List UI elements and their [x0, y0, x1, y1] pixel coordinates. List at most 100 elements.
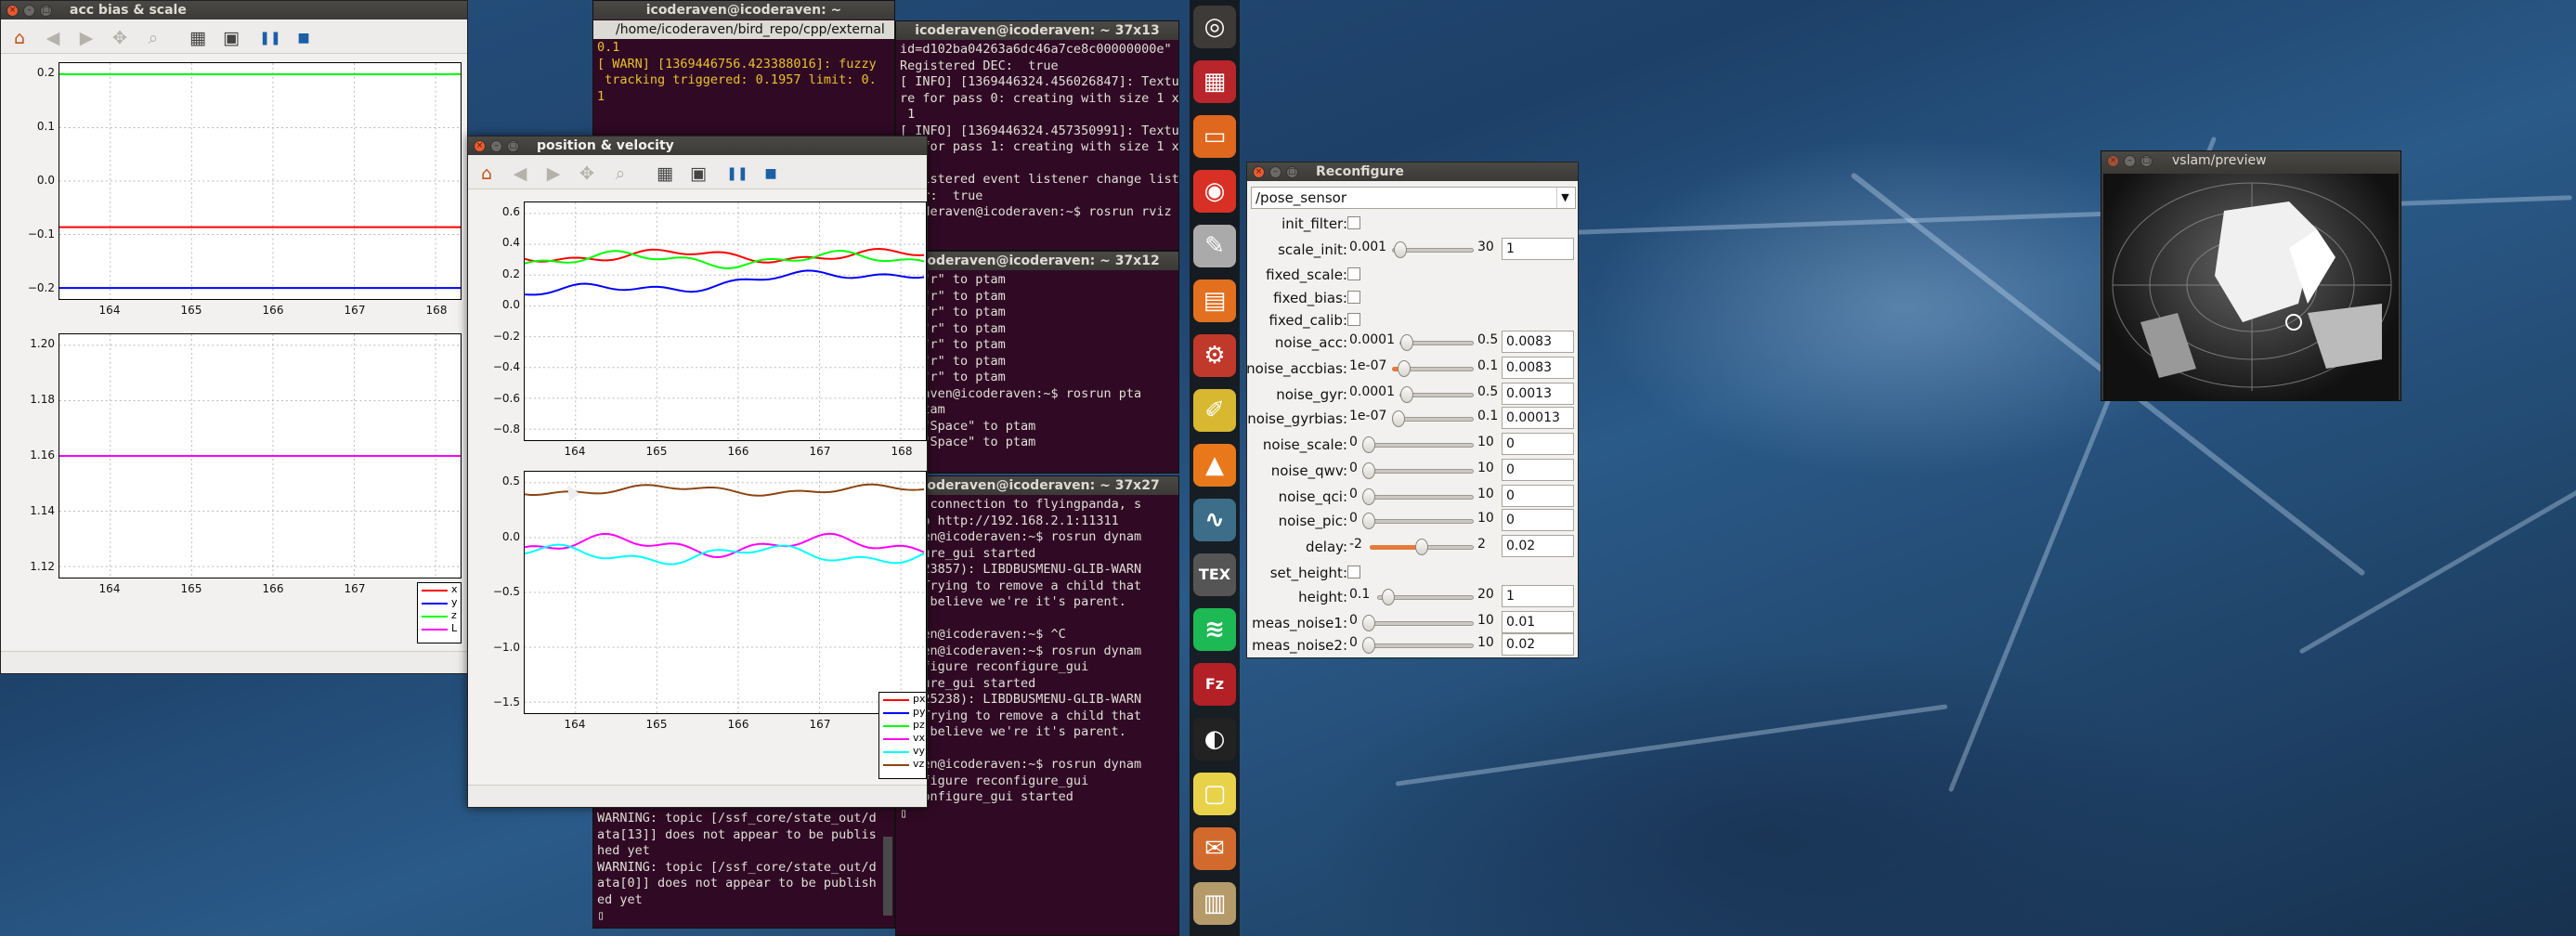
velocity-plot[interactable]	[524, 471, 927, 714]
stop-icon[interactable]: ■	[293, 27, 315, 49]
system-monitor-icon[interactable]: ∿	[1193, 499, 1236, 541]
slider-handle[interactable]	[1362, 462, 1375, 479]
param-checkbox[interactable]	[1347, 566, 1360, 578]
slider-handle[interactable]	[1362, 488, 1375, 505]
files-icon[interactable]: ▭	[1193, 115, 1236, 158]
subplots-config-icon[interactable]: ▦	[187, 27, 209, 49]
position-plot[interactable]	[524, 202, 927, 441]
param-value-input[interactable]: 1	[1502, 238, 1574, 260]
slider-handle[interactable]	[1362, 436, 1375, 453]
param-value-input[interactable]: 0.02	[1502, 535, 1574, 557]
trash-icon[interactable]: ▥	[1193, 882, 1236, 925]
forward-arrow-icon[interactable]: ▶	[75, 27, 98, 49]
steam-icon[interactable]: ◐	[1193, 718, 1236, 760]
param-value-input[interactable]: 1	[1502, 585, 1574, 607]
zoom-icon[interactable]: ⌕	[142, 27, 164, 49]
param-checkbox[interactable]	[1347, 216, 1360, 229]
param-value-input[interactable]: 0.0013	[1502, 383, 1574, 405]
param-value-input[interactable]: 0.02	[1502, 633, 1574, 656]
slider-handle[interactable]	[1397, 360, 1411, 377]
window-titlebar[interactable]: icoderaven@icoderaven: ~ 37x13	[896, 21, 1178, 40]
filezilla-icon[interactable]: Fz	[1193, 663, 1236, 706]
param-value-input[interactable]: 0.0083	[1502, 357, 1574, 379]
software-center-icon[interactable]: ✉	[1193, 827, 1236, 870]
back-arrow-icon[interactable]: ◀	[509, 162, 531, 185]
minimize-icon[interactable]: –	[2124, 155, 2136, 167]
close-icon[interactable]: ×	[2107, 155, 2119, 167]
stop-icon[interactable]: ■	[760, 162, 782, 185]
param-value-input[interactable]: 0	[1502, 509, 1574, 531]
param-value-input[interactable]: 0	[1502, 459, 1574, 481]
pan-icon[interactable]: ✥	[576, 162, 598, 185]
slider-track[interactable]	[1362, 443, 1474, 448]
save-icon[interactable]: ▣	[687, 162, 709, 185]
pan-icon[interactable]: ✥	[109, 27, 131, 49]
param-value-input[interactable]: 0	[1502, 433, 1574, 455]
tex-icon[interactable]: TEX	[1193, 553, 1236, 596]
chrome-icon[interactable]: ◉	[1193, 170, 1236, 213]
slider-handle[interactable]	[1392, 410, 1405, 427]
param-checkbox[interactable]	[1347, 267, 1360, 280]
slider-handle[interactable]	[1394, 241, 1408, 258]
slider-handle[interactable]	[1399, 386, 1413, 403]
vlc-icon[interactable]: ▲	[1193, 444, 1236, 487]
home-icon[interactable]: ⌂	[8, 27, 31, 49]
reconfigure-window[interactable]: Reconfigure × – □ /pose_sensor ▼ init_fi…	[1246, 162, 1579, 658]
acc-bias-scale-window[interactable]: acc bias & scale × – □ ⌂ ◀ ▶ ✥ ⌕ ▦ ▣ ❚❚ ■ 0.2 0.1…	[0, 0, 468, 674]
settings-icon[interactable]: ⚙	[1193, 334, 1236, 377]
node-select[interactable]: /pose_sensor ▼	[1251, 187, 1576, 209]
subplots-config-icon[interactable]: ▦	[654, 162, 676, 185]
slider-track[interactable]	[1362, 644, 1474, 648]
pause-icon[interactable]: ❚❚	[726, 162, 748, 185]
acc-bias-plot[interactable]	[59, 62, 462, 300]
maximize-icon[interactable]: □	[1286, 166, 1298, 178]
close-icon[interactable]: ×	[1253, 166, 1265, 178]
slider-handle[interactable]	[1415, 539, 1428, 555]
minimize-icon[interactable]: –	[23, 5, 35, 17]
window-titlebar[interactable]: icoderaven@icoderaven: ~ 37x12	[896, 252, 1178, 270]
slider-handle[interactable]	[1362, 637, 1375, 654]
pause-icon[interactable]: ❚❚	[259, 27, 281, 49]
position-velocity-window[interactable]: position & velocity × – □ ⌂ ◀ ▶ ✥ ⌕ ▦ ▣ ❚❚ ■ 0.6…	[467, 136, 928, 808]
param-value-input[interactable]: 0	[1502, 485, 1574, 507]
archive-icon[interactable]: ▤	[1193, 280, 1236, 322]
param-value-input[interactable]: 0.00013	[1502, 407, 1574, 429]
slider-track[interactable]	[1362, 469, 1474, 474]
maximize-icon[interactable]: □	[2140, 155, 2153, 167]
scale-plot[interactable]	[59, 333, 462, 578]
slider-handle[interactable]	[1362, 615, 1375, 631]
save-icon[interactable]: ▣	[220, 27, 242, 49]
slider-track[interactable]	[1362, 519, 1474, 524]
spotify-icon[interactable]: ≋	[1193, 608, 1236, 651]
back-arrow-icon[interactable]: ◀	[42, 27, 64, 49]
vslam-preview-window[interactable]: vslam/preview × – □	[2101, 150, 2401, 401]
maximize-icon[interactable]: □	[40, 5, 52, 17]
close-icon[interactable]: ×	[7, 5, 19, 17]
zoom-icon[interactable]: ⌕	[609, 162, 631, 185]
terminal-scrollbar[interactable]	[883, 837, 892, 916]
window-titlebar[interactable]: icoderaven@icoderaven: ~	[593, 1, 894, 20]
param-checkbox[interactable]	[1347, 313, 1360, 326]
terminal-tab[interactable]: /home/icoderaven/bird_repo/cpp/external	[593, 20, 894, 39]
close-icon[interactable]: ×	[474, 140, 486, 152]
slider-handle[interactable]	[1381, 589, 1395, 605]
workspace-icon[interactable]: ▦	[1193, 60, 1236, 103]
forward-arrow-icon[interactable]: ▶	[542, 162, 565, 185]
window-titlebar[interactable]: icoderaven@icoderaven: ~ 37x27	[896, 476, 1178, 495]
param-checkbox[interactable]	[1347, 291, 1360, 304]
slider-handle[interactable]	[1362, 513, 1375, 529]
terminal-37x27-window[interactable]: icoderaven@icoderaven: ~ 37x27 ted conne…	[895, 475, 1179, 936]
window-titlebar[interactable]: position & velocity	[468, 136, 927, 155]
terminal-37x12-window[interactable]: icoderaven@icoderaven: ~ 37x12 ng "r" to…	[895, 251, 1179, 474]
minimize-icon[interactable]: –	[490, 140, 502, 152]
slider-track[interactable]	[1362, 621, 1474, 626]
slider-handle[interactable]	[1400, 334, 1414, 351]
text-editor-icon[interactable]: ✎	[1193, 225, 1236, 267]
minimize-icon[interactable]: –	[1269, 166, 1281, 178]
terminal-37x13-window[interactable]: icoderaven@icoderaven: ~ 37x13 id=d102ba…	[895, 20, 1179, 251]
maximize-icon[interactable]: □	[507, 140, 519, 152]
slider-track[interactable]	[1362, 495, 1474, 500]
sticky-notes-icon[interactable]: ▢	[1193, 773, 1236, 815]
home-icon[interactable]: ⌂	[475, 162, 498, 185]
notes-editor-icon[interactable]: ✐	[1193, 389, 1236, 432]
